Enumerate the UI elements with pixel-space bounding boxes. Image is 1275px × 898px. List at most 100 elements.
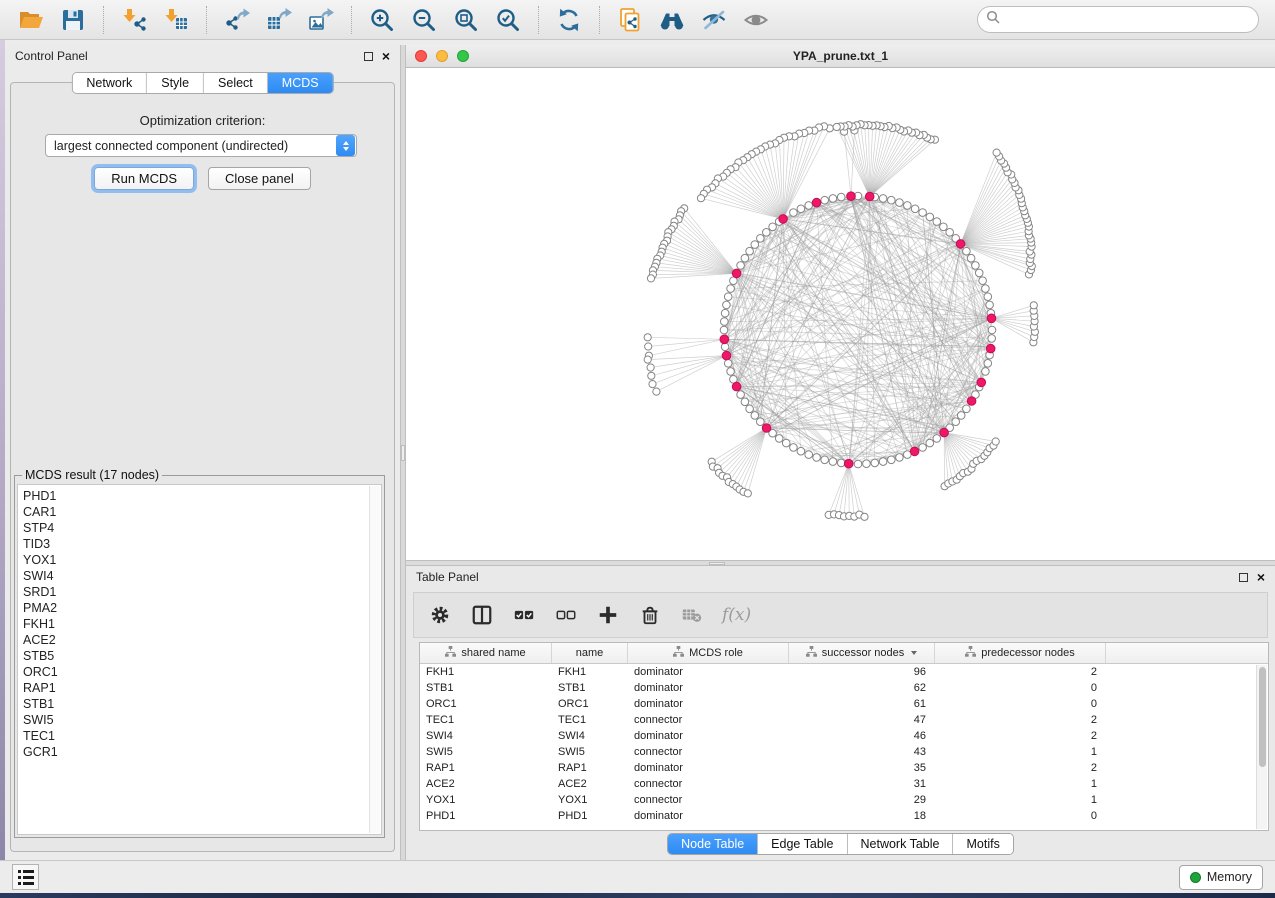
mcds-result-item[interactable]: STB5	[23, 648, 381, 664]
tab-edge-table[interactable]: Edge Table	[758, 834, 847, 854]
select-all-checkboxes-icon[interactable]	[512, 603, 536, 627]
toolbar-separator	[103, 6, 104, 34]
mcds-result-item[interactable]: STB1	[23, 696, 381, 712]
table-row[interactable]: PHD1PHD1dominator180	[420, 808, 1268, 824]
table-row[interactable]: FKH1FKH1dominator962	[420, 664, 1268, 680]
deselect-all-checkboxes-icon[interactable]	[554, 603, 578, 627]
table-cell-name: SWI4	[552, 730, 628, 742]
toolbar-separator	[351, 6, 352, 34]
float-panel-icon[interactable]	[364, 52, 373, 61]
tab-node-table[interactable]: Node Table	[668, 834, 758, 854]
close-panel-icon[interactable]: ×	[382, 52, 390, 61]
mcds-result-item[interactable]: RAP1	[23, 680, 381, 696]
search-neighbors-icon[interactable]	[657, 5, 687, 35]
mcds-result-item[interactable]: SWI5	[23, 712, 381, 728]
settings-gear-icon[interactable]	[428, 603, 452, 627]
export-image-icon[interactable]	[306, 5, 336, 35]
export-network-icon[interactable]	[222, 5, 252, 35]
search-icon	[986, 10, 1000, 29]
mcds-result-item[interactable]: PHD1	[23, 488, 381, 504]
export-table-icon[interactable]	[264, 5, 294, 35]
node-table[interactable]: shared name name MCDS role successor nod…	[419, 642, 1269, 831]
zoom-out-icon[interactable]	[409, 5, 439, 35]
show-graphics-details-icon[interactable]	[741, 5, 771, 35]
table-cell-shared-name: TEC1	[420, 714, 552, 726]
tab-mcds[interactable]: MCDS	[268, 73, 333, 93]
import-network-icon[interactable]	[119, 5, 149, 35]
column-header-predecessor-nodes[interactable]: predecessor nodes	[935, 643, 1106, 663]
table-cell-mcds-role: connector	[628, 746, 789, 758]
close-panel-icon[interactable]: ×	[1257, 573, 1265, 582]
table-cell-successor-nodes: 43	[789, 746, 935, 758]
criterion-dropdown[interactable]: largest connected component (undirected)	[45, 134, 357, 157]
save-session-icon[interactable]	[58, 5, 88, 35]
table-scrollbar[interactable]	[1256, 665, 1267, 829]
zoom-fit-icon[interactable]	[451, 5, 481, 35]
table-row[interactable]: ACE2ACE2connector311	[420, 776, 1268, 792]
table-cell-predecessor-nodes: 2	[935, 666, 1106, 678]
tab-select[interactable]: Select	[204, 73, 268, 93]
toolbar-separator	[206, 6, 207, 34]
task-history-button[interactable]	[12, 864, 39, 890]
network-canvas[interactable]	[406, 68, 1275, 560]
mcds-list-scrollbar[interactable]	[369, 486, 380, 833]
mcds-result-item[interactable]: ORC1	[23, 664, 381, 680]
tab-style[interactable]: Style	[147, 73, 204, 93]
tab-network-table[interactable]: Network Table	[848, 834, 954, 854]
mcds-result-item[interactable]: ACE2	[23, 632, 381, 648]
table-cell-mcds-role: dominator	[628, 730, 789, 742]
search-box[interactable]	[977, 6, 1259, 33]
import-table-icon[interactable]	[161, 5, 191, 35]
float-panel-icon[interactable]	[1239, 573, 1248, 582]
add-column-icon[interactable]	[596, 603, 620, 627]
open-file-icon[interactable]	[16, 5, 46, 35]
table-row[interactable]: TEC1TEC1connector472	[420, 712, 1268, 728]
criterion-dropdown-value: largest connected component (undirected)	[46, 139, 336, 153]
zoom-in-icon[interactable]	[367, 5, 397, 35]
table-row[interactable]: STB1STB1dominator620	[420, 680, 1268, 696]
mcds-result-item[interactable]: TEC1	[23, 728, 381, 744]
table-row[interactable]: SWI5SWI5connector431	[420, 744, 1268, 760]
mcds-result-item[interactable]: SWI4	[23, 568, 381, 584]
clone-network-icon[interactable]	[615, 5, 645, 35]
network-graph[interactable]	[406, 68, 1275, 560]
memory-status-icon	[1190, 872, 1201, 883]
table-scrollbar-thumb[interactable]	[1259, 667, 1266, 767]
table-row[interactable]: SWI4SWI4dominator462	[420, 728, 1268, 744]
mcds-result-item[interactable]: PMA2	[23, 600, 381, 616]
splitter-grip[interactable]	[401, 445, 405, 461]
column-header-name[interactable]: name	[552, 643, 628, 663]
mcds-result-list[interactable]: PHD1CAR1STP4TID3YOX1SWI4SRD1PMA2FKH1ACE2…	[17, 484, 382, 835]
refresh-icon[interactable]	[554, 5, 584, 35]
table-row[interactable]: RAP1RAP1dominator352	[420, 760, 1268, 776]
network-window-titlebar[interactable]: YPA_prune.txt_1	[406, 45, 1275, 68]
mcds-result-item[interactable]: TID3	[23, 536, 381, 552]
hide-graphics-details-icon[interactable]	[699, 5, 729, 35]
column-header-shared-name[interactable]: shared name	[420, 643, 552, 663]
mcds-result-item[interactable]: GCR1	[23, 744, 381, 760]
table-cell-successor-nodes: 61	[789, 698, 935, 710]
table-row[interactable]: ORC1ORC1dominator610	[420, 696, 1268, 712]
main-toolbar	[0, 0, 1275, 40]
search-input[interactable]	[1006, 13, 1250, 27]
close-panel-button[interactable]: Close panel	[208, 167, 311, 190]
show-column-icon[interactable]	[470, 603, 494, 627]
splitter-grip[interactable]	[709, 562, 725, 566]
mcds-result-item[interactable]: FKH1	[23, 616, 381, 632]
run-mcds-button[interactable]: Run MCDS	[94, 167, 194, 190]
mcds-result-item[interactable]: CAR1	[23, 504, 381, 520]
memory-button[interactable]: Memory	[1179, 865, 1263, 890]
table-row[interactable]: YOX1YOX1connector291	[420, 792, 1268, 808]
mcds-result-item[interactable]: SRD1	[23, 584, 381, 600]
delete-columns-icon[interactable]	[638, 603, 662, 627]
column-header-mcds-role[interactable]: MCDS role	[628, 643, 789, 663]
mcds-result-item[interactable]: YOX1	[23, 552, 381, 568]
zoom-selected-icon[interactable]	[493, 5, 523, 35]
tab-network[interactable]: Network	[72, 73, 147, 93]
table-cell-shared-name: STB1	[420, 682, 552, 694]
mcds-result-item[interactable]: STP4	[23, 520, 381, 536]
column-header-successor-nodes[interactable]: successor nodes	[789, 643, 935, 663]
table-cell-predecessor-nodes: 0	[935, 682, 1106, 694]
tab-motifs[interactable]: Motifs	[953, 834, 1012, 854]
control-panel: Control Panel × Network Style Select MCD…	[5, 45, 400, 860]
